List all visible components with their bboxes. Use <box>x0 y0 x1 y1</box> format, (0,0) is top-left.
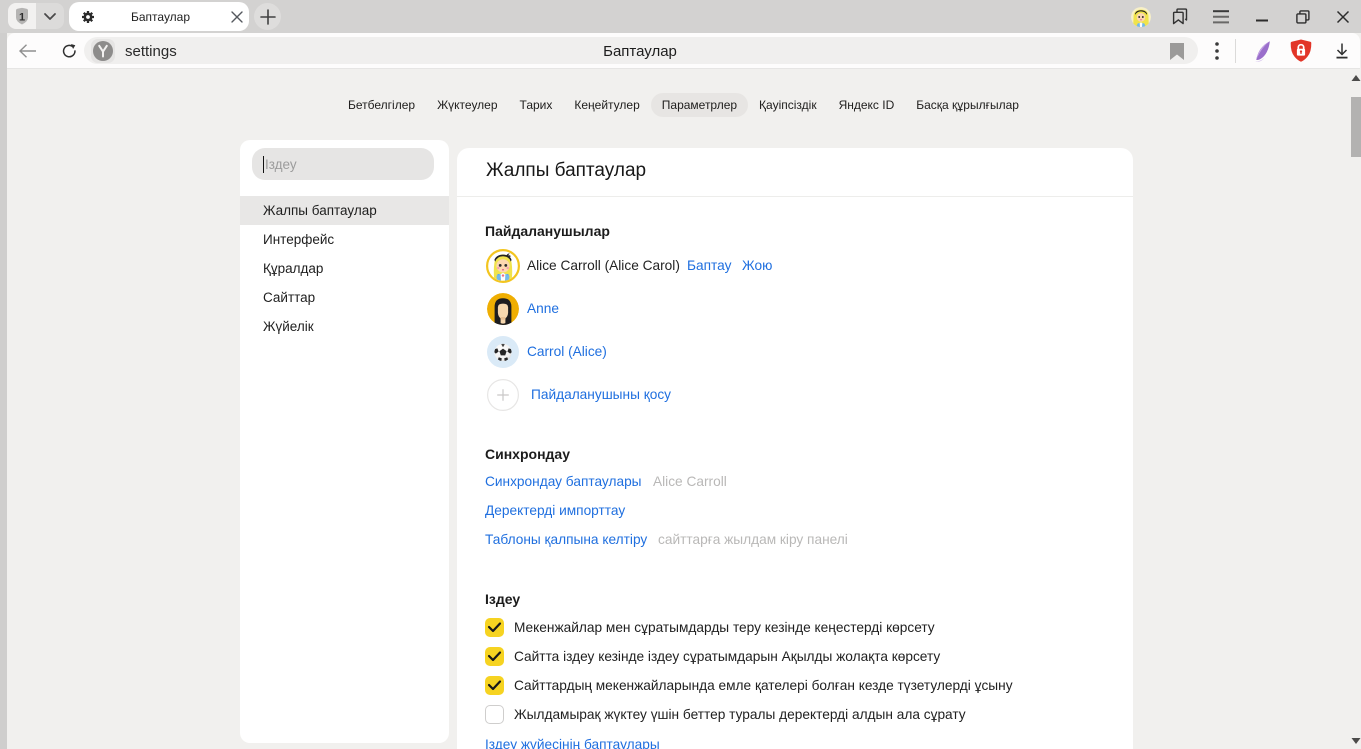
svg-text:1: 1 <box>19 12 25 24</box>
